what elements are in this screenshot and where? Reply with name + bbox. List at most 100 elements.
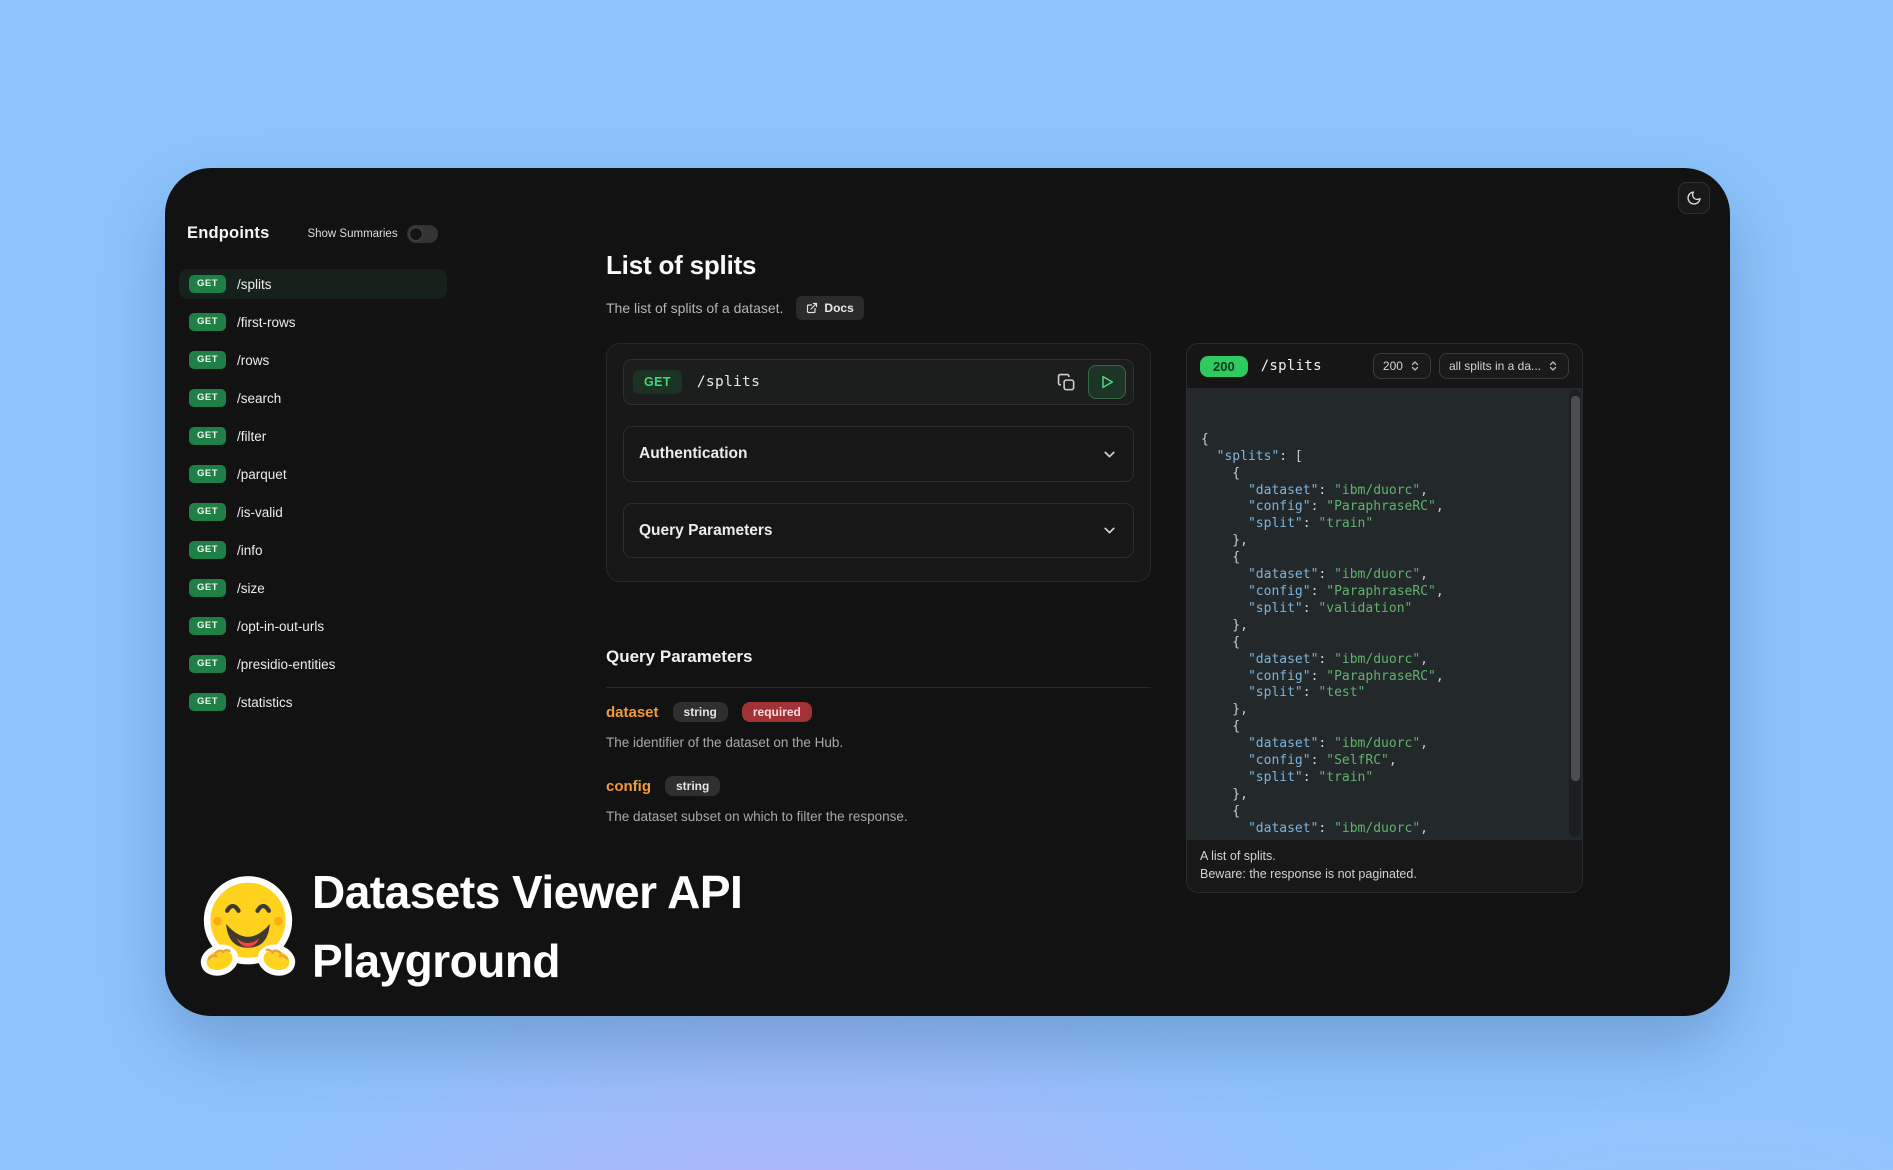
endpoint-list: GET /splits GET /first-rows GET /rows GE… (179, 269, 447, 717)
status-code-select-value: 200 (1383, 359, 1403, 373)
json-code-line: "split": "train" (1201, 516, 1556, 533)
theme-toggle-button[interactable] (1678, 182, 1710, 214)
json-code-line: "dataset": "ibm/duorc", (1201, 652, 1556, 669)
endpoint-path-label: /opt-in-out-urls (237, 619, 324, 634)
chevrons-up-down-icon (1547, 360, 1559, 372)
endpoint-path-label: /rows (237, 353, 269, 368)
params-section: dataset string required The identifier o… (606, 702, 1151, 850)
endpoint-path-label: /presidio-entities (237, 657, 335, 672)
param-required-badge: required (742, 702, 812, 722)
sidebar-endpoint-item[interactable]: GET /search (179, 383, 447, 413)
param-entry: config string The dataset subset on whic… (606, 776, 1151, 824)
param-entry: dataset string required The identifier o… (606, 702, 1151, 750)
method-badge: GET (189, 427, 226, 445)
json-code-line: { (1201, 804, 1556, 821)
method-badge: GET (189, 579, 226, 597)
query-parameters-collapsible[interactable]: Query Parameters (623, 503, 1134, 558)
method-badge: GET (189, 541, 226, 559)
status-code-select[interactable]: 200 (1373, 353, 1431, 379)
response-note: A list of splits. (1200, 847, 1569, 865)
sidebar-endpoint-item[interactable]: GET /statistics (179, 687, 447, 717)
sidebar-header: Endpoints Show Summaries (179, 224, 447, 243)
method-badge: GET (189, 693, 226, 711)
request-url-bar: GET /splits (623, 359, 1134, 405)
page-subtitle-row: The list of splits of a dataset. Docs (606, 296, 864, 320)
json-code-line: "dataset": "ibm/duorc", (1201, 736, 1556, 753)
show-summaries-toggle[interactable] (407, 225, 438, 243)
sidebar-endpoint-item[interactable]: GET /filter (179, 421, 447, 451)
endpoint-path-label: /info (237, 543, 263, 558)
app-card: Endpoints Show Summaries GET /splits GET… (165, 168, 1730, 1016)
show-summaries-label: Show Summaries (307, 228, 397, 240)
scrollbar-track[interactable] (1569, 390, 1581, 837)
endpoint-path-label: /splits (237, 277, 272, 292)
page-subtitle: The list of splits of a dataset. (606, 300, 783, 316)
docs-button[interactable]: Docs (796, 296, 863, 320)
request-panel: GET /splits Authenticatio (606, 343, 1151, 582)
method-badge: GET (189, 389, 226, 407)
method-badge: GET (189, 275, 226, 293)
sidebar-endpoint-item[interactable]: GET /parquet (179, 459, 447, 489)
method-badge: GET (189, 617, 226, 635)
sidebar: Endpoints Show Summaries GET /splits GET… (179, 224, 447, 717)
endpoint-path-label: /first-rows (237, 315, 296, 330)
json-code-line: "split": "test" (1201, 685, 1556, 702)
status-badge: 200 (1200, 356, 1248, 377)
authentication-collapsible[interactable]: Authentication (623, 426, 1134, 482)
param-name: config (606, 778, 651, 795)
endpoint-path-label: /size (237, 581, 265, 596)
param-description: The dataset subset on which to filter th… (606, 809, 1151, 824)
param-type-badge: string (673, 702, 728, 722)
json-code-line: "split": "train" (1201, 770, 1556, 787)
sidebar-endpoint-item[interactable]: GET /rows (179, 345, 447, 375)
param-header-row: dataset string required (606, 702, 1151, 722)
divider (606, 687, 1151, 688)
response-footer: A list of splits. Beware: the response i… (1187, 839, 1582, 892)
response-path: /splits (1261, 358, 1322, 374)
sidebar-endpoint-item[interactable]: GET /size (179, 573, 447, 603)
json-code-line: "config": "SelfRC", (1201, 838, 1556, 839)
play-icon (1099, 374, 1115, 390)
request-method-badge: GET (633, 370, 682, 395)
copy-button[interactable] (1055, 371, 1078, 394)
method-badge: GET (189, 465, 226, 483)
json-code-line: "config": "ParaphraseRC", (1201, 669, 1556, 686)
json-code-line: { (1201, 719, 1556, 736)
json-code-line: { (1201, 635, 1556, 652)
endpoint-path-label: /search (237, 391, 281, 406)
sidebar-endpoint-item[interactable]: GET /info (179, 535, 447, 565)
response-json-viewer[interactable]: { "splits": [ { "dataset": "ibm/duorc", … (1187, 388, 1582, 839)
endpoint-path-label: /statistics (237, 695, 293, 710)
param-description: The identifier of the dataset on the Hub… (606, 735, 1151, 750)
example-select[interactable]: all splits in a da... (1439, 353, 1569, 379)
json-code-line: }, (1201, 618, 1556, 635)
method-badge: GET (189, 503, 226, 521)
hugging-face-logo (191, 868, 305, 987)
endpoint-path-label: /is-valid (237, 505, 283, 520)
endpoint-path-label: /parquet (237, 467, 287, 482)
run-request-button[interactable] (1088, 365, 1126, 399)
moon-icon (1686, 190, 1702, 206)
param-header-row: config string (606, 776, 1151, 796)
sidebar-endpoint-item[interactable]: GET /opt-in-out-urls (179, 611, 447, 641)
endpoints-heading: Endpoints (187, 224, 269, 243)
scrollbar-thumb[interactable] (1571, 396, 1580, 781)
show-summaries-control: Show Summaries (307, 225, 437, 243)
params-section-title: Query Parameters (606, 647, 752, 667)
docs-button-label: Docs (824, 301, 853, 315)
json-code-line: { (1201, 432, 1556, 449)
chevron-down-icon (1101, 522, 1118, 539)
toggle-knob (409, 227, 423, 241)
method-badge: GET (189, 313, 226, 331)
sidebar-endpoint-item[interactable]: GET /first-rows (179, 307, 447, 337)
json-code-line: "dataset": "ibm/duorc", (1201, 483, 1556, 500)
sidebar-endpoint-item[interactable]: GET /presidio-entities (179, 649, 447, 679)
json-code-line: "config": "ParaphraseRC", (1201, 584, 1556, 601)
json-code-line: }, (1201, 787, 1556, 804)
json-code-line: "config": "ParaphraseRC", (1201, 499, 1556, 516)
endpoint-path-label: /filter (237, 429, 266, 444)
response-selects: 200 all splits in a da... (1373, 353, 1569, 379)
branding-line: Playground (312, 927, 742, 996)
sidebar-endpoint-item[interactable]: GET /is-valid (179, 497, 447, 527)
sidebar-endpoint-item[interactable]: GET /splits (179, 269, 447, 299)
